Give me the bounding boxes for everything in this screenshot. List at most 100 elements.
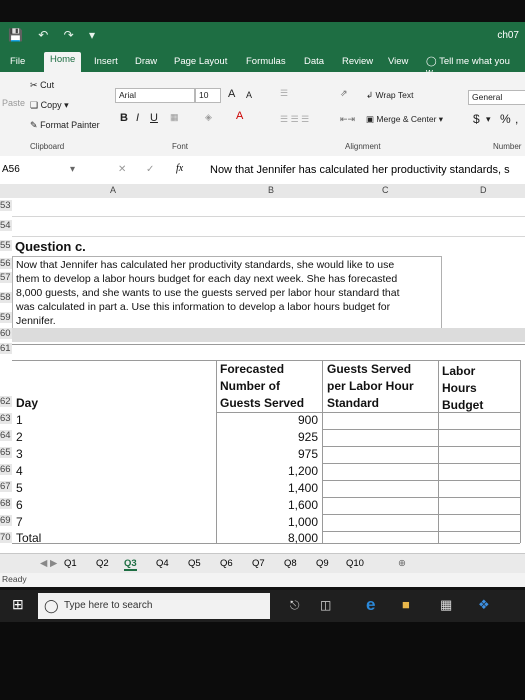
column-header-b[interactable]: B	[268, 185, 274, 195]
guests-cell[interactable]: 1,000	[230, 515, 318, 529]
day-cell[interactable]: 3	[16, 447, 23, 461]
day-cell[interactable]: 5	[16, 481, 23, 495]
row-number[interactable]: 69	[0, 515, 12, 526]
font-name-select[interactable]: Arial	[115, 88, 195, 103]
tab-home[interactable]: Home	[44, 52, 82, 72]
sheet-tab[interactable]: Q2	[96, 558, 109, 569]
enter-icon[interactable]: ✓	[146, 164, 154, 175]
row-number[interactable]: 64	[0, 430, 12, 441]
bold-button[interactable]: B	[120, 112, 128, 124]
guests-cell[interactable]: 1,400	[230, 481, 318, 495]
day-cell[interactable]: 6	[16, 498, 23, 512]
sheet-tab[interactable]: Q8	[284, 558, 297, 569]
cancel-icon[interactable]: ✕	[118, 164, 126, 175]
tab-review[interactable]: Review	[336, 54, 379, 69]
sheet-tab[interactable]: Q6	[220, 558, 233, 569]
windows-start-icon[interactable]: ⊞	[12, 596, 24, 613]
sheet-tab[interactable]: Q1	[64, 558, 77, 569]
tab-data[interactable]: Data	[298, 54, 330, 69]
microphone-icon[interactable]: ⎋	[290, 598, 300, 613]
cut-button[interactable]: ✂ Cut	[30, 80, 54, 91]
row-number[interactable]: 57	[0, 272, 12, 283]
guests-cell[interactable]: 925	[230, 430, 318, 444]
add-sheet-icon[interactable]: ⊕	[398, 558, 406, 569]
tab-formulas[interactable]: Formulas	[240, 54, 292, 69]
day-cell[interactable]: 4	[16, 464, 23, 478]
day-cell[interactable]: 7	[16, 515, 23, 529]
insert-function-button[interactable]: fx	[176, 163, 183, 174]
guests-cell[interactable]: 1,200	[230, 464, 318, 478]
copy-button[interactable]: ❏ Copy ▾	[30, 100, 69, 111]
borders-button[interactable]: ▦	[170, 112, 179, 123]
edge-browser-icon[interactable]: e	[366, 595, 375, 615]
decrease-font-button[interactable]: A	[246, 90, 252, 100]
day-cell[interactable]: 1	[16, 413, 23, 427]
sheet-tab[interactable]: Q9	[316, 558, 329, 569]
align-left-icon[interactable]: ☰ ☰ ☰	[280, 114, 309, 125]
quick-access-toolbar[interactable]: 💾 ↶ ↷ ▾	[8, 28, 101, 42]
task-view-icon[interactable]: ◫	[320, 598, 331, 612]
name-box-dropdown-icon[interactable]: ▾	[70, 164, 75, 175]
fill-color-button[interactable]: ◈	[205, 112, 212, 123]
font-size-select[interactable]: 10	[195, 88, 221, 103]
worksheet-grid[interactable]: 53 54 55 56 57 58 59 60 61 62 63 64 65 6…	[0, 198, 525, 553]
row-number[interactable]: 68	[0, 498, 12, 509]
sheet-tab[interactable]: Q7	[252, 558, 265, 569]
row-number[interactable]: 60	[0, 328, 12, 339]
row-number[interactable]: 53	[0, 200, 12, 211]
row-number[interactable]: 59	[0, 312, 12, 323]
tab-file[interactable]: File	[4, 54, 31, 69]
row-number[interactable]: 67	[0, 481, 12, 492]
tab-insert[interactable]: Insert	[88, 54, 124, 69]
sheet-tab-active[interactable]: Q3	[124, 558, 137, 571]
align-top-icon[interactable]: ☰	[280, 88, 288, 99]
underline-button[interactable]: U	[150, 112, 158, 124]
font-color-button[interactable]: A	[236, 110, 243, 122]
dropbox-icon[interactable]: ❖	[478, 597, 490, 613]
increase-font-button[interactable]: A	[228, 88, 235, 100]
row-number[interactable]: 61	[0, 343, 12, 354]
store-icon[interactable]: ▦	[440, 597, 452, 613]
sheet-tab[interactable]: Q5	[188, 558, 201, 569]
row-number[interactable]: 62	[0, 396, 12, 407]
comma-button[interactable]: ,	[515, 112, 518, 126]
currency-button[interactable]: $	[473, 112, 480, 126]
tab-draw[interactable]: Draw	[129, 54, 163, 69]
number-format-select[interactable]: General	[468, 90, 525, 105]
guests-cell[interactable]: 900	[230, 413, 318, 427]
row-number[interactable]: 65	[0, 447, 12, 458]
day-cell[interactable]: 2	[16, 430, 23, 444]
column-header-a[interactable]: A	[110, 185, 116, 195]
percent-button[interactable]: %	[500, 112, 511, 126]
taskbar-search-box[interactable]: ◯ Type here to search	[38, 593, 270, 619]
guests-cell[interactable]: 975	[230, 447, 318, 461]
format-painter-button[interactable]: ✎ Format Painter	[30, 120, 100, 131]
orientation-icon[interactable]: ⇗	[340, 88, 348, 99]
row-number[interactable]: 70	[0, 532, 12, 543]
italic-button[interactable]: I	[136, 112, 139, 124]
file-explorer-icon[interactable]: ■	[402, 597, 410, 612]
sheet-tab[interactable]: Q4	[156, 558, 169, 569]
indent-icon[interactable]: ⇤⇥	[340, 114, 355, 125]
guests-cell[interactable]: 1,600	[230, 498, 318, 512]
tab-view[interactable]: View	[382, 54, 414, 69]
row-number[interactable]: 56	[0, 258, 12, 269]
row-number[interactable]: 58	[0, 292, 12, 303]
paste-button[interactable]: Paste	[2, 98, 25, 108]
tab-page-layout[interactable]: Page Layout	[168, 54, 233, 69]
scroll-tabs-icon[interactable]: ◀ ▶	[40, 558, 57, 569]
formula-content[interactable]: Now that Jennifer has calculated her pro…	[210, 164, 510, 176]
merge-center-button[interactable]: ▣ Merge & Center ▾	[362, 112, 462, 127]
row-number[interactable]: 55	[0, 240, 12, 251]
row-number[interactable]: 66	[0, 464, 12, 475]
total-guests-cell[interactable]: 8,000	[230, 531, 318, 545]
row-number[interactable]: 54	[0, 220, 12, 231]
column-header-d[interactable]: D	[480, 185, 487, 195]
total-label[interactable]: Total	[16, 531, 41, 545]
wrap-text-button[interactable]: ↲ Wrap Text	[362, 88, 426, 103]
row-number[interactable]: 63	[0, 413, 12, 424]
sheet-tab[interactable]: Q10	[346, 558, 364, 569]
name-box[interactable]: A56	[2, 164, 20, 175]
column-header-c[interactable]: C	[382, 185, 389, 195]
currency-dropdown-icon[interactable]: ▾	[486, 114, 491, 125]
